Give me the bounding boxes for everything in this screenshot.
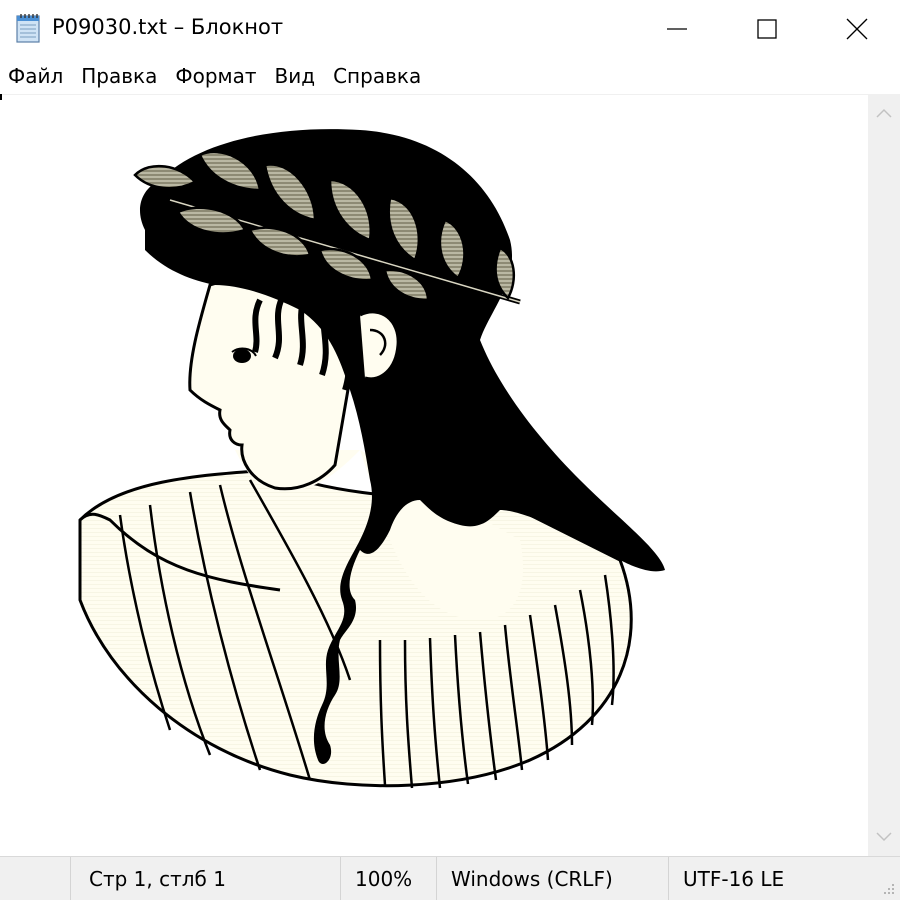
- chevron-down-icon: [876, 832, 892, 842]
- eye: [233, 349, 251, 363]
- maximize-icon: [757, 19, 777, 39]
- menu-help[interactable]: Справка: [333, 64, 421, 88]
- minimize-icon: [667, 28, 687, 30]
- window-title: P09030.txt – Блокнот: [52, 15, 284, 39]
- status-line-endings: Windows (CRLF): [436, 857, 668, 900]
- menu-format[interactable]: Формат: [175, 64, 256, 88]
- notepad-icon: [16, 14, 40, 43]
- menu-view[interactable]: Вид: [275, 64, 316, 88]
- text-caret: [0, 94, 2, 100]
- menu-bar: Файл Правка Формат Вид Справка: [0, 58, 900, 94]
- greek-portrait-image: [78, 129, 665, 789]
- status-encoding: UTF-16 LE: [668, 857, 868, 900]
- scroll-down-button[interactable]: [868, 818, 900, 856]
- notepad-window: P09030.txt – Блокнот Файл Правка Формат …: [0, 0, 900, 900]
- menu-file[interactable]: Файл: [8, 64, 63, 88]
- close-button[interactable]: [812, 0, 900, 58]
- vertical-scrollbar[interactable]: [868, 94, 900, 856]
- chevron-up-icon: [876, 108, 892, 118]
- resize-grip-icon[interactable]: [880, 880, 896, 896]
- status-zoom: 100%: [340, 857, 436, 900]
- minimize-button[interactable]: [632, 0, 722, 58]
- status-cursor-position: Стр 1, стлб 1: [70, 857, 340, 900]
- title-bar[interactable]: P09030.txt – Блокнот: [0, 0, 900, 58]
- menu-edit[interactable]: Правка: [81, 64, 157, 88]
- close-icon: [846, 18, 868, 40]
- status-bar: Стр 1, стлб 1 100% Windows (CRLF) UTF-16…: [0, 856, 900, 900]
- scroll-up-button[interactable]: [868, 94, 900, 132]
- maximize-button[interactable]: [722, 0, 812, 58]
